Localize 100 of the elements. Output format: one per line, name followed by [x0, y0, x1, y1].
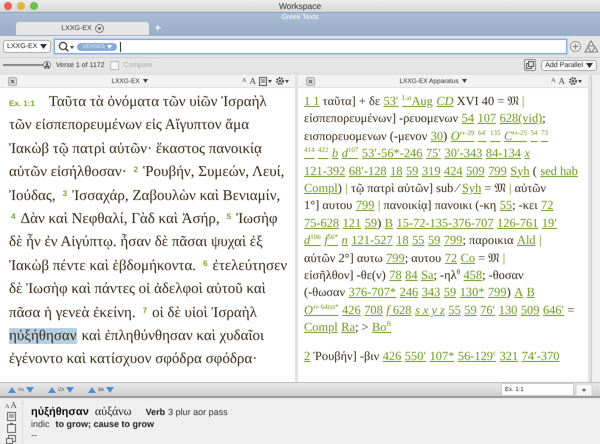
up-arrow-icon[interactable]: [8, 386, 16, 392]
apparatus-link[interactable]: 799: [488, 285, 507, 300]
apparatus-link[interactable]: sed hab: [540, 164, 578, 178]
apparatus-link[interactable]: f$^{56*}$: [324, 233, 338, 248]
apparatus-link[interactable]: 458: [463, 268, 482, 282]
greek-word[interactable]: ηὐξήθησαν: [9, 328, 77, 344]
apparatus-link[interactable]: 18: [390, 164, 403, 178]
apparatus-link[interactable]: 15-72-135-376-707: [396, 216, 494, 230]
caret-icon[interactable]: [462, 79, 467, 83]
verse-number[interactable]: 2: [134, 165, 138, 174]
apparatus-link[interactable]: 424: [444, 164, 463, 178]
apparatus-link[interactable]: 646′: [542, 302, 564, 317]
verse-number[interactable]: 7: [142, 306, 148, 315]
apparatus-link[interactable]: 59: [464, 302, 477, 317]
verse-number[interactable]: 4: [11, 212, 16, 221]
apparatus-link[interactable]: 509: [520, 302, 540, 317]
apparatus-link[interactable]: 799: [386, 250, 405, 265]
apparatus-link[interactable]: 121: [342, 216, 362, 230]
apparatus-link[interactable]: 76′: [480, 302, 496, 317]
apparatus-link[interactable]: 72: [444, 250, 458, 265]
close-icon[interactable]: [8, 76, 17, 86]
verse-number[interactable]: 5: [226, 212, 232, 221]
add-icon[interactable]: [570, 41, 581, 52]
apparatus-link[interactable]: 54: [462, 111, 474, 126]
verse-number[interactable]: 3: [62, 188, 68, 198]
apparatus-link[interactable]: 799: [444, 233, 462, 248]
layout-icon[interactable]: [259, 76, 272, 86]
apparatus-link[interactable]: 53′-56*-246: [362, 146, 422, 160]
apparatus-link[interactable]: $^{Lat}$Aug: [402, 94, 433, 108]
new-tab-button[interactable]: +: [155, 23, 161, 35]
apparatus-link[interactable]: f 628: [386, 302, 412, 317]
apparatus-link[interactable]: 426: [342, 302, 361, 317]
larger-text-button[interactable]: A: [558, 76, 565, 86]
down-arrow-icon[interactable]: [66, 386, 74, 392]
apparatus-link[interactable]: 550′: [404, 349, 426, 364]
apparatus-link[interactable]: 130*: [460, 285, 484, 300]
apparatus-link[interactable]: A: [514, 285, 524, 300]
apparatus-link[interactable]: x: [524, 146, 530, 160]
apparatus-link[interactable]: 30: [430, 128, 444, 143]
apparatus-link[interactable]: 107*: [430, 349, 454, 364]
apparatus-link[interactable]: 343: [422, 285, 440, 300]
gear-icon[interactable]: [275, 76, 289, 86]
apparatus-link[interactable]: n: [342, 233, 348, 248]
apparatus-link[interactable]: 59: [406, 164, 418, 178]
apparatus-link[interactable]: 509: [466, 164, 485, 178]
window-icon[interactable]: [6, 435, 16, 444]
apparatus-link[interactable]: 426: [382, 349, 402, 364]
apparatus-link[interactable]: |: [539, 233, 542, 248]
verse-number[interactable]: 6: [203, 258, 208, 268]
apparatus-link[interactable]: 59: [428, 233, 440, 248]
search-icon[interactable]: [58, 41, 74, 52]
apparatus-link[interactable]: 75′: [426, 146, 442, 160]
lemma[interactable]: αὐξάνω: [94, 404, 132, 419]
apparatus-link[interactable]: 68′-128: [348, 164, 387, 178]
apparatus-link[interactable]: Co: [460, 250, 476, 265]
apparatus-link[interactable]: |: [502, 250, 506, 265]
apparatus-link[interactable]: 18: [396, 233, 409, 248]
apparatus-link[interactable]: |: [522, 94, 524, 108]
apparatus-link[interactable]: 422: [318, 146, 328, 160]
apparatus-link[interactable]: s x y z: [414, 302, 445, 317]
apparatus-link[interactable]: 319: [422, 164, 441, 178]
apparatus-link[interactable]: 121-392: [304, 164, 346, 178]
apparatus-link[interactable]: 55: [500, 198, 512, 212]
close-icon[interactable]: [306, 76, 315, 86]
apparatus-link[interactable]: 628(vid): [500, 111, 542, 126]
apparatus-link[interactable]: 56-129$^{c}$: [458, 349, 496, 364]
apparatus-link[interactable]: 84: [405, 268, 418, 282]
apparatus-link[interactable]: 126-761: [497, 216, 538, 230]
apparatus-link[interactable]: 799: [356, 198, 374, 212]
text-size-slider[interactable]: [3, 61, 51, 69]
apparatus-link[interactable]: 1 1: [304, 94, 320, 108]
apparatus-link[interactable]: |: [509, 180, 512, 195]
down-arrow-icon[interactable]: [26, 386, 34, 392]
apparatus-link[interactable]: 84-134: [486, 146, 521, 160]
dropdown-icon[interactable]: [576, 384, 592, 396]
clipboard-icon[interactable]: [6, 423, 16, 433]
apparatus-link[interactable]: 64′: [478, 128, 486, 143]
apparatus-link[interactable]: B: [526, 285, 535, 300]
apparatus-link[interactable]: d$^{106}$: [304, 233, 321, 248]
caret-icon[interactable]: [142, 79, 148, 83]
apparatus-link[interactable]: Bo$^{B}$: [372, 320, 392, 334]
apparatus-link[interactable]: 78: [389, 268, 402, 282]
apparatus-link[interactable]: 55: [412, 233, 424, 248]
verse-reference[interactable]: Ex. 1:1: [9, 99, 35, 108]
apparatus-link[interactable]: 414: [304, 146, 314, 160]
apparatus-link[interactable]: 30′-343: [444, 146, 482, 160]
apparatus-link[interactable]: O′′$^{-29}$: [450, 128, 474, 143]
apparatus-link[interactable]: 59: [364, 216, 378, 230]
apparatus-link[interactable]: 55: [448, 302, 461, 317]
down-arrow-icon[interactable]: [106, 386, 114, 392]
apparatus-link[interactable]: b: [332, 146, 338, 160]
apparatus-link[interactable]: 130: [498, 302, 518, 317]
apparatus-link[interactable]: 59: [444, 285, 456, 300]
windows-icon[interactable]: [524, 59, 536, 71]
caret-icon[interactable]: [94, 24, 104, 33]
apparatus-link[interactable]: Compl: [304, 180, 338, 195]
apparatus-link[interactable]: O′′$^{-64txt*}$: [304, 302, 339, 317]
apparatus-link[interactable]: Sa: [421, 268, 434, 282]
apparatus-link[interactable]: 708: [364, 302, 383, 317]
caret-icon[interactable]: [40, 44, 48, 49]
